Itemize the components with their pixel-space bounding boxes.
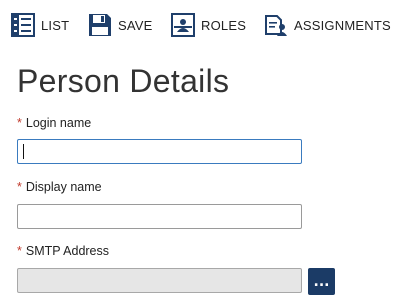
roles-icon [171, 13, 195, 37]
roles-button-label: ROLES [201, 17, 247, 33]
display-name-label-text: Display name [25, 180, 102, 194]
toolbar: LIST SAVE ROLES ASSIGNMENTS [0, 0, 400, 50]
smtp-address-label-text: SMTP Address [25, 244, 110, 258]
list-button[interactable]: LIST [11, 10, 69, 40]
text-caret [23, 144, 24, 159]
page-title: Person Details [17, 63, 230, 99]
login-name-label-text: Login name [25, 116, 92, 130]
assignments-icon [265, 15, 287, 36]
display-name-input[interactable] [17, 204, 302, 229]
list-icon [11, 13, 35, 37]
save-icon [89, 14, 111, 36]
required-marker: * [17, 116, 22, 130]
roles-button[interactable]: ROLES [171, 10, 246, 40]
list-button-label: LIST [41, 17, 70, 33]
smtp-lookup-button[interactable]: ... [308, 268, 335, 295]
smtp-address-label: * SMTP Address [17, 244, 109, 258]
smtp-address-input[interactable] [17, 268, 302, 293]
display-name-label: * Display name [17, 180, 102, 194]
assignments-button-label: ASSIGNMENTS [294, 17, 391, 33]
required-marker: * [17, 244, 22, 258]
assignments-button[interactable]: ASSIGNMENTS [264, 10, 391, 40]
required-marker: * [17, 180, 22, 194]
save-button-label: SAVE [118, 17, 153, 33]
save-button[interactable]: SAVE [88, 10, 153, 40]
login-name-input[interactable] [17, 139, 302, 164]
login-name-label: * Login name [17, 116, 91, 130]
